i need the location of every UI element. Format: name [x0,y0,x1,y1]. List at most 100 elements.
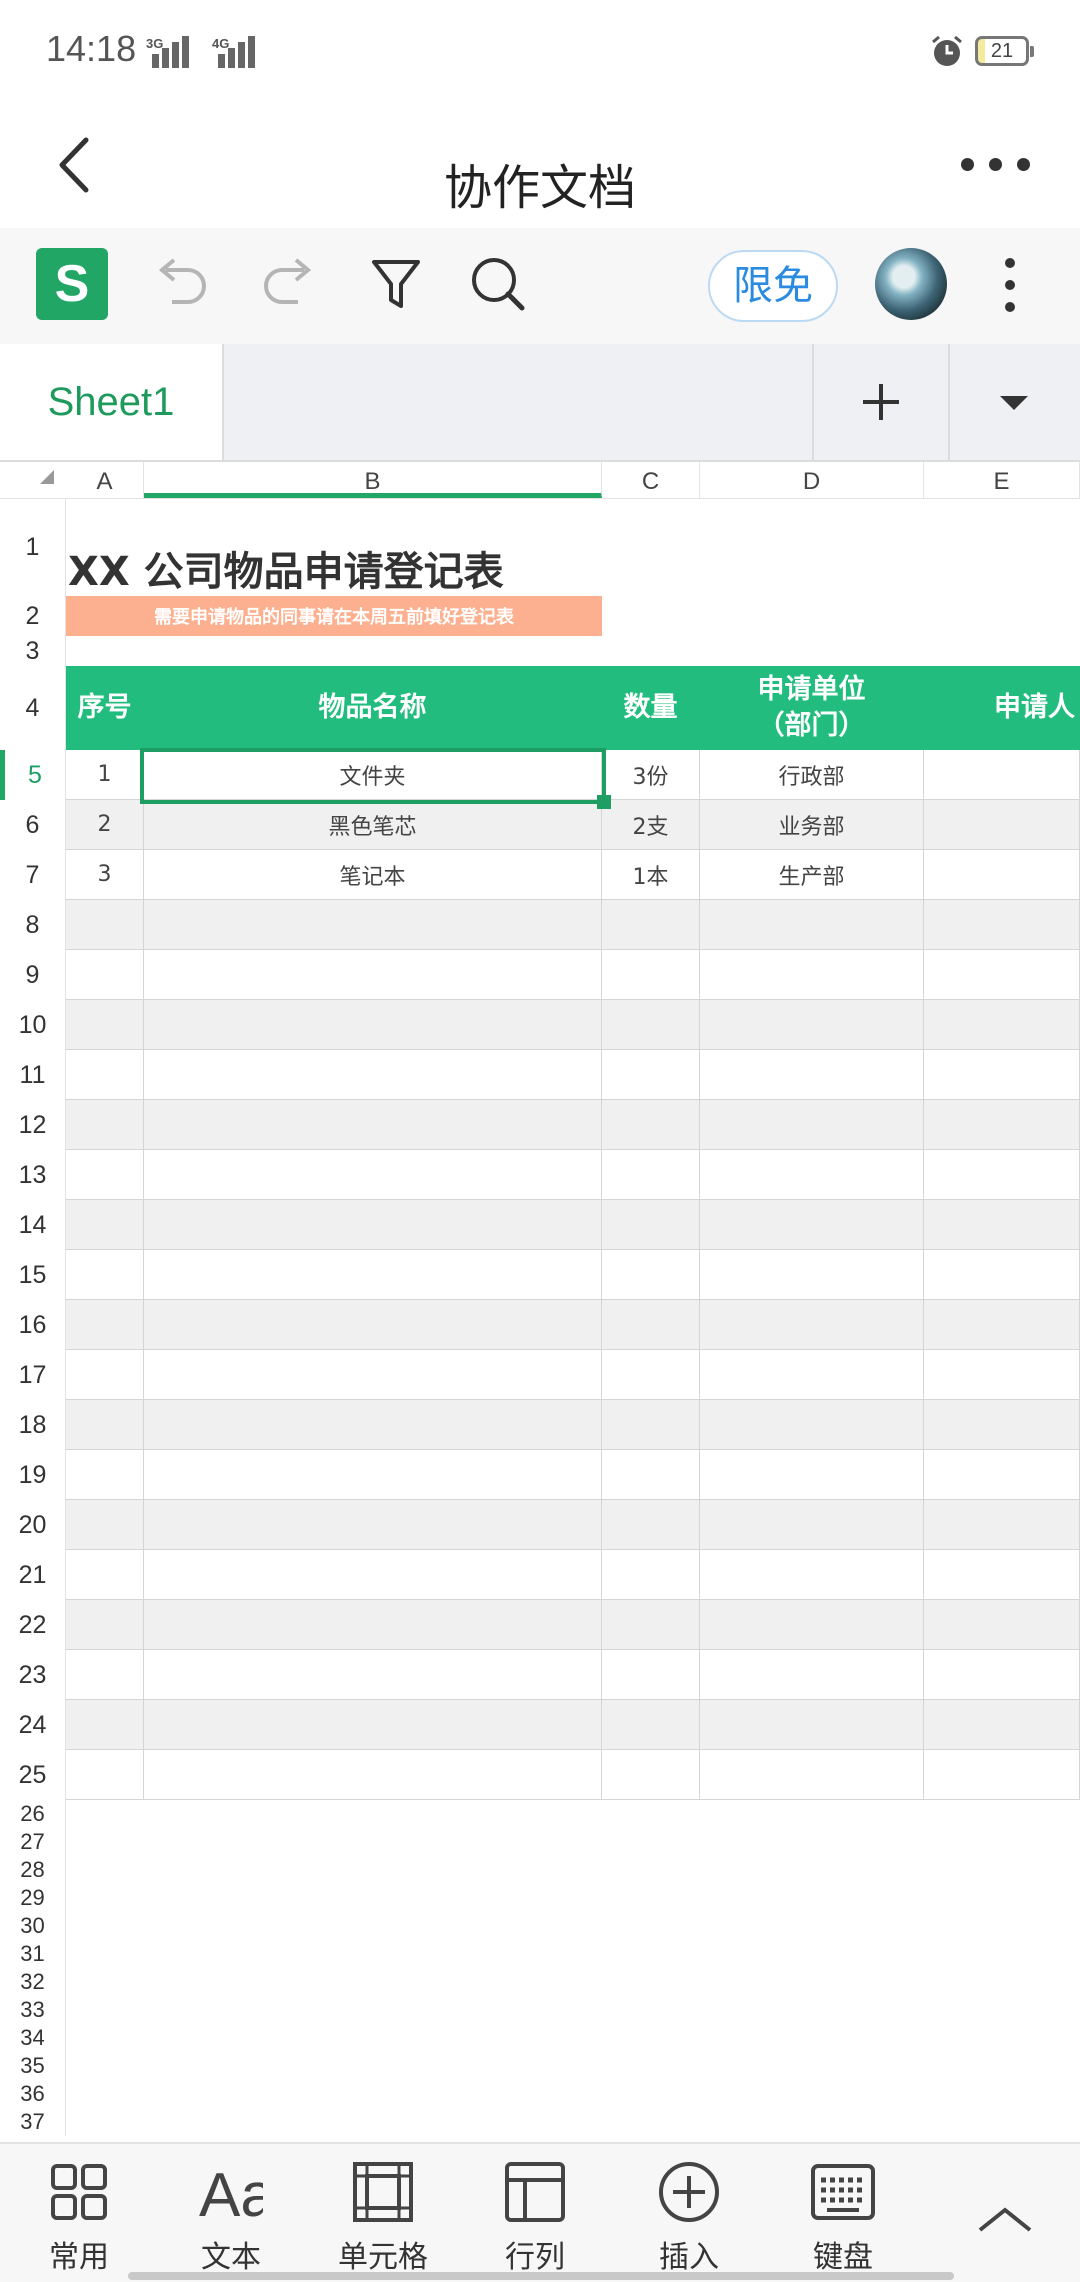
empty-cell[interactable] [924,1650,1080,1700]
empty-cell[interactable] [700,1300,924,1350]
tab-sheet1[interactable]: Sheet1 [0,344,224,460]
empty-cell[interactable] [602,1750,700,1800]
row-header[interactable]: 31 [0,1940,66,1968]
overflow-menu-icon[interactable] [990,250,1026,322]
empty-cell[interactable] [144,1300,602,1350]
row-header[interactable]: 15 [0,1250,66,1300]
avatar[interactable] [875,248,947,320]
empty-cell[interactable] [144,1500,602,1550]
add-sheet-button[interactable] [812,344,950,460]
column-header-d[interactable]: D [700,462,924,498]
empty-cell[interactable] [700,1700,924,1750]
note-cell[interactable]: 需要申请物品的同事请在本周五前填好登记表 [66,596,602,636]
row-header[interactable]: 10 [0,1000,66,1050]
select-all-corner[interactable] [0,462,66,498]
empty-cell[interactable] [66,1150,144,1200]
row-header[interactable]: 3 [0,636,66,666]
row-header[interactable]: 11 [0,1050,66,1100]
empty-cell[interactable] [66,1400,144,1450]
row-header[interactable]: 16 [0,1300,66,1350]
empty-cell[interactable] [924,1600,1080,1650]
empty-cell[interactable] [144,900,602,950]
row-header[interactable]: 21 [0,1550,66,1600]
empty-cell[interactable] [66,1050,144,1100]
empty-cell[interactable] [924,1700,1080,1750]
empty-cell[interactable] [66,1750,144,1800]
header-cell-quantity[interactable]: 数量 [602,666,700,750]
table-cell[interactable]: 1本 [602,850,700,900]
empty-cell[interactable] [602,1350,700,1400]
row-header[interactable]: 36 [0,2080,66,2108]
table-cell[interactable]: 3份 [602,750,700,800]
empty-cell[interactable] [602,1450,700,1500]
row-header[interactable]: 1 [0,498,66,596]
empty-cell[interactable] [66,1650,144,1700]
empty-cell[interactable] [924,1500,1080,1550]
column-header-e[interactable]: E [924,462,1080,498]
empty-cell[interactable] [924,1300,1080,1350]
row-header[interactable]: 25 [0,1750,66,1800]
empty-cell[interactable] [144,1650,602,1700]
empty-cell[interactable] [924,1400,1080,1450]
table-cell[interactable]: 生产部 [700,850,924,900]
selected-cell-highlight[interactable] [140,748,606,804]
row-header[interactable]: 32 [0,1968,66,1996]
table-cell[interactable]: 3 [66,850,144,900]
empty-cell[interactable] [924,1450,1080,1500]
empty-cell[interactable] [144,1700,602,1750]
row-header[interactable]: 37 [0,2108,66,2136]
empty-cell[interactable] [700,1350,924,1400]
empty-cell[interactable] [66,1700,144,1750]
header-cell-item-name[interactable]: 物品名称 [144,666,602,750]
collapse-toolbar-icon[interactable] [970,2200,1040,2240]
search-icon[interactable] [462,248,534,320]
filter-icon[interactable] [360,248,432,320]
empty-cell[interactable] [700,1250,924,1300]
row-header[interactable]: 26 [0,1800,66,1828]
column-header-c[interactable]: C [602,462,700,498]
empty-cell[interactable] [700,950,924,1000]
empty-cell[interactable] [66,1450,144,1500]
table-cell[interactable] [924,800,1080,850]
spreadsheet-grid[interactable]: A B C D E 1 2 3 4 5 6 7 8 9 10 11 12 13 … [0,462,1080,2142]
table-cell[interactable] [924,750,1080,800]
empty-cell[interactable] [602,1250,700,1300]
empty-cell[interactable] [602,1400,700,1450]
empty-cell[interactable] [700,1750,924,1800]
empty-cell[interactable] [700,1000,924,1050]
row-header[interactable]: 27 [0,1828,66,1856]
keyboard-button[interactable]: 键盘 [768,2144,918,2282]
row-header[interactable]: 5 [0,750,66,800]
table-cell[interactable]: 1 [66,750,144,800]
empty-cell[interactable] [144,1100,602,1150]
empty-cell[interactable] [602,1650,700,1700]
empty-cell[interactable] [700,1650,924,1700]
table-cell[interactable]: 笔记本 [144,850,602,900]
empty-cell[interactable] [924,1000,1080,1050]
empty-cell[interactable] [602,1050,700,1100]
empty-cell[interactable] [602,1550,700,1600]
row-header[interactable]: 24 [0,1700,66,1750]
row-header[interactable]: 29 [0,1884,66,1912]
row-header[interactable]: 22 [0,1600,66,1650]
empty-cell[interactable] [602,900,700,950]
row-header[interactable]: 6 [0,800,66,850]
empty-cell[interactable] [700,1100,924,1150]
row-header[interactable]: 34 [0,2024,66,2052]
insert-button[interactable]: 插入 [614,2144,764,2282]
column-header-b[interactable]: B [144,462,602,498]
row-header[interactable]: 4 [0,666,66,750]
empty-cell[interactable] [924,1550,1080,1600]
row-header[interactable]: 33 [0,1996,66,2024]
empty-cell[interactable] [924,1050,1080,1100]
empty-cell[interactable] [700,1550,924,1600]
table-cell[interactable]: 2 [66,800,144,850]
header-cell-index[interactable]: 序号 [66,666,144,750]
row-header[interactable]: 8 [0,900,66,950]
row-header[interactable]: 12 [0,1100,66,1150]
empty-cell[interactable] [144,1400,602,1450]
row-header[interactable]: 19 [0,1450,66,1500]
row-header[interactable]: 13 [0,1150,66,1200]
row-header[interactable]: 20 [0,1500,66,1550]
common-tools-button[interactable]: 常用 [4,2144,154,2282]
